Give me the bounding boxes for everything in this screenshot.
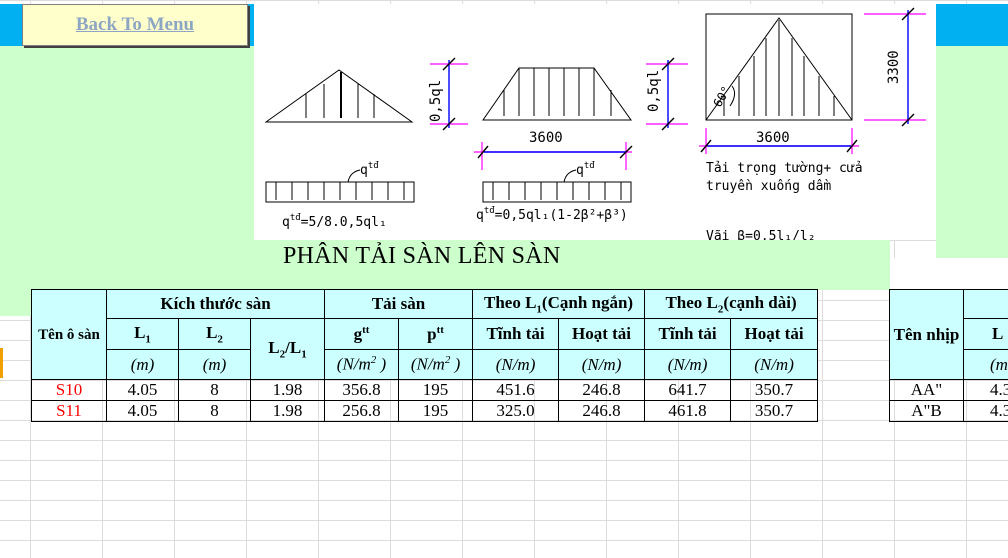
header-ratio: L2/L1 bbox=[249, 318, 326, 380]
table-row: AA" 4.3 bbox=[889, 379, 1008, 401]
header-p: ptt bbox=[398, 318, 474, 350]
back-to-menu-label: Back To Menu bbox=[75, 14, 195, 35]
cell-ratio[interactable]: 1.98 bbox=[249, 379, 326, 401]
header-l1: L1 bbox=[106, 318, 179, 350]
span-table: Tên nhịp L (m AA" 4.3 A"B 4.3 bbox=[889, 289, 1008, 422]
header-l2: L2 bbox=[178, 318, 251, 350]
unit-p: (N/m2 ) bbox=[398, 349, 474, 380]
header-g: gtt bbox=[324, 318, 400, 350]
cell-dead-l1[interactable]: 325.0 bbox=[472, 400, 560, 422]
cell-name[interactable]: S10 bbox=[31, 379, 107, 401]
table-row: A"B 4.3 bbox=[889, 400, 1008, 422]
cell-g[interactable]: 356.8 bbox=[324, 379, 400, 401]
load-distribution-diagram: 0,5ql 0,5ql 3600 3600 3300 60° qtđ qtđ q… bbox=[254, 4, 936, 240]
cell-l1[interactable]: 4.05 bbox=[106, 400, 179, 422]
label-05ql1-left: 0,5ql bbox=[428, 80, 444, 122]
cell-l2[interactable]: 8 bbox=[178, 400, 251, 422]
unit-dead-l2: (N/m) bbox=[644, 349, 732, 380]
header-span-name: Tên nhịp bbox=[889, 289, 964, 380]
wall-note-line2: truyền xuống dầm bbox=[706, 179, 831, 194]
header-slab-load: Tải sàn bbox=[324, 289, 474, 319]
cell-l1[interactable]: 4.05 bbox=[106, 379, 179, 401]
cell-span-l[interactable]: 4.3 bbox=[963, 400, 1008, 422]
header-live-load-l1: Hoạt tải bbox=[558, 318, 646, 350]
slab-load-table: Tên ô sàn Kích thước sàn Tải sàn Theo L1… bbox=[31, 289, 819, 422]
cell-p[interactable]: 195 bbox=[398, 400, 474, 422]
trapezoid-load-shape bbox=[482, 67, 632, 121]
cell-ratio[interactable]: 1.98 bbox=[249, 400, 326, 422]
green-area-left bbox=[0, 46, 254, 316]
unit-live-l1: (N/m) bbox=[558, 349, 646, 380]
unit-g: (N/m2 ) bbox=[324, 349, 400, 380]
cell-g[interactable]: 256.8 bbox=[324, 400, 400, 422]
dimension-3600-left: 3600 bbox=[529, 130, 563, 146]
cell-live-l1[interactable]: 246.8 bbox=[558, 400, 646, 422]
header-dead-load-l2: Tĩnh tải bbox=[644, 318, 732, 350]
dimension-3300: 3300 bbox=[886, 50, 902, 84]
header-along-l2: Theo L2(cạnh dài) bbox=[644, 289, 819, 319]
page-title: PHÂN TẢI SÀN LÊN SÀN bbox=[283, 243, 561, 269]
cell-name[interactable]: S11 bbox=[31, 400, 107, 422]
unit-dead-l1: (N/m) bbox=[472, 349, 560, 380]
header-live-load-l2: Hoạt tải bbox=[730, 318, 819, 350]
cell-live-l1[interactable]: 246.8 bbox=[558, 379, 646, 401]
cell-live-l2[interactable]: 350.7 bbox=[730, 379, 819, 401]
cell-dead-l2[interactable]: 461.8 bbox=[644, 400, 732, 422]
formula-trapezoid: qtđ=0,5ql₁(1-2β²+β³) bbox=[476, 206, 628, 223]
header-span-blank bbox=[963, 289, 1008, 319]
unit-live-l2: (N/m) bbox=[730, 349, 819, 380]
q-label-right: qtđ bbox=[576, 161, 595, 178]
cell-span-name[interactable]: A"B bbox=[889, 400, 964, 422]
span-table-clip: Tên nhịp L (m AA" 4.3 A"B 4.3 bbox=[889, 289, 1008, 439]
wall-note-line1: Tải trọng tường+ cửa bbox=[706, 161, 863, 176]
cell-dead-l1[interactable]: 451.6 bbox=[472, 379, 560, 401]
label-05ql1-right: 0,5ql bbox=[646, 70, 662, 112]
cell-p[interactable]: 195 bbox=[398, 379, 474, 401]
cell-span-l[interactable]: 4.3 bbox=[963, 379, 1008, 401]
beta-note: Vãi β=0,5l₁/l₂ bbox=[706, 229, 816, 240]
header-slab-name: Tên ô sàn bbox=[31, 289, 107, 380]
cell-span-name[interactable]: AA" bbox=[889, 379, 964, 401]
cell-live-l2[interactable]: 350.7 bbox=[730, 400, 819, 422]
cell-dead-l2[interactable]: 641.7 bbox=[644, 379, 732, 401]
cyan-band-right bbox=[936, 4, 1008, 46]
formula-triangle: qtđ=5/8.0,5ql₁ bbox=[282, 213, 387, 230]
triangle-load-shape bbox=[264, 69, 414, 123]
green-area-right bbox=[936, 46, 1008, 258]
table-row: S11 4.05 8 1.98 256.8 195 325.0 246.8 46… bbox=[31, 400, 819, 422]
header-span-l: L bbox=[963, 318, 1008, 350]
q-label-left: qtđ bbox=[360, 161, 379, 178]
white-area-right bbox=[890, 258, 1008, 290]
unit-l1: (m) bbox=[106, 349, 179, 380]
back-to-menu-button[interactable]: Back To Menu bbox=[22, 4, 248, 46]
table-row: S10 4.05 8 1.98 356.8 195 451.6 246.8 64… bbox=[31, 379, 819, 401]
unit-span-l: (m bbox=[963, 349, 1008, 380]
unit-l2: (m) bbox=[178, 349, 251, 380]
header-dead-load-l1: Tĩnh tải bbox=[472, 318, 560, 350]
cell-l2[interactable]: 8 bbox=[178, 379, 251, 401]
header-slab-size: Kích thước sàn bbox=[105, 289, 326, 319]
header-along-l1: Theo L1(Cạnh ngắn) bbox=[472, 289, 646, 319]
dimension-3600-right: 3600 bbox=[756, 130, 790, 146]
row-marker bbox=[0, 348, 3, 378]
